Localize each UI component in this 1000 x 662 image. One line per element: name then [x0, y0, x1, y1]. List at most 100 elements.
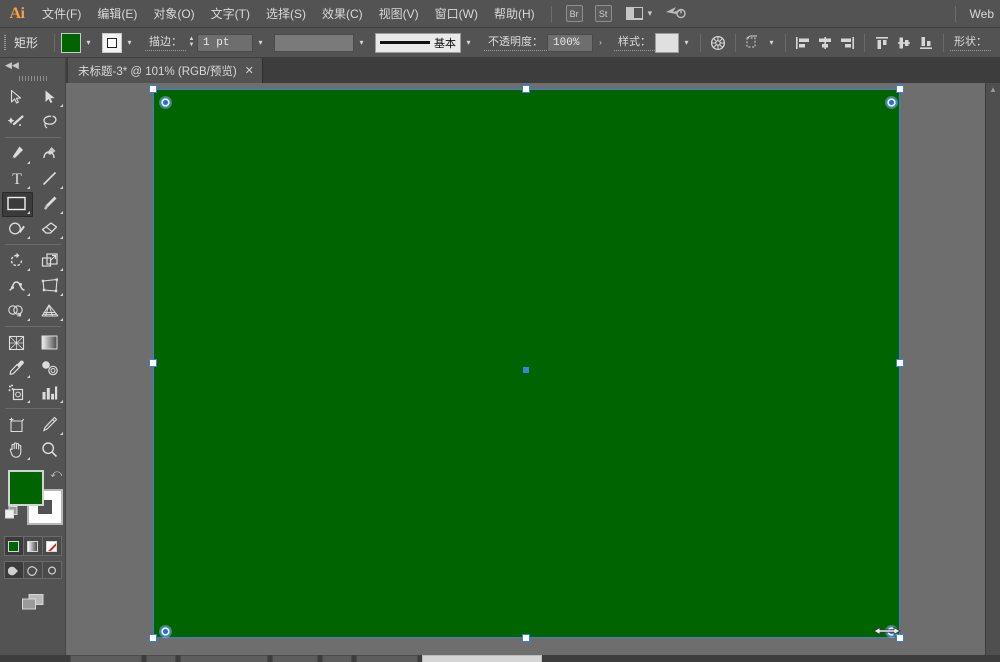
- shape-label[interactable]: 形状：: [950, 35, 991, 51]
- close-icon[interactable]: ✕: [245, 64, 254, 77]
- handle-top-center[interactable]: [522, 85, 530, 93]
- tool-shaper[interactable]: [0, 216, 33, 241]
- brush-definition-dropdown[interactable]: 基本: [375, 33, 461, 53]
- tool-eyedropper[interactable]: [0, 355, 33, 380]
- default-fill-stroke-icon[interactable]: [5, 506, 18, 524]
- handle-top-left[interactable]: [149, 85, 157, 93]
- tool-slice[interactable]: [33, 412, 66, 437]
- bridge-button[interactable]: Br: [566, 5, 583, 22]
- align-top-button[interactable]: [871, 32, 893, 54]
- brush-definition-chevron-icon[interactable]: ▾: [461, 33, 476, 53]
- stroke-dropdown-chevron-icon[interactable]: ▾: [122, 33, 137, 53]
- tool-line-segment[interactable]: [33, 166, 66, 191]
- menu-effect[interactable]: 效果(C): [314, 0, 371, 28]
- handle-bottom-right[interactable]: [896, 634, 904, 642]
- stroke-color-swatch[interactable]: [102, 33, 122, 53]
- status-zoom-field[interactable]: [70, 655, 142, 662]
- tool-pen[interactable]: [0, 141, 33, 166]
- tool-type[interactable]: T: [0, 166, 33, 191]
- style-chevron-icon[interactable]: ▾: [679, 33, 694, 53]
- workspace-switcher[interactable]: Web: [964, 7, 1000, 21]
- draw-inside[interactable]: [43, 562, 61, 578]
- transform-chevron-icon[interactable]: ▾: [764, 33, 779, 53]
- tools-panel-grip[interactable]: [0, 72, 65, 84]
- stroke-weight-stepper[interactable]: ▲▼: [186, 33, 197, 53]
- opacity-expand-icon[interactable]: ›: [593, 33, 608, 53]
- mode-color[interactable]: [5, 537, 24, 555]
- status-nav-next[interactable]: [322, 655, 352, 662]
- tool-magic-wand[interactable]: [0, 109, 33, 134]
- opacity-input[interactable]: 100%: [547, 34, 593, 52]
- tool-paintbrush[interactable]: [33, 191, 66, 216]
- menu-window[interactable]: 窗口(W): [427, 0, 486, 28]
- graphic-style-swatch[interactable]: [655, 33, 679, 53]
- tool-lasso[interactable]: [33, 109, 66, 134]
- arrange-documents-button[interactable]: ▾: [626, 7, 653, 20]
- stroke-weight-chevron-icon[interactable]: ▾: [253, 33, 268, 53]
- menu-help[interactable]: 帮助(H): [486, 0, 543, 28]
- tool-direct-selection[interactable]: [33, 84, 66, 109]
- scroll-up-arrow-icon[interactable]: ▲: [989, 85, 997, 94]
- tool-rectangle[interactable]: [0, 191, 33, 216]
- menu-object[interactable]: 对象(O): [145, 0, 202, 28]
- tool-hand[interactable]: [0, 437, 33, 462]
- menu-file[interactable]: 文件(F): [34, 0, 89, 28]
- menu-view[interactable]: 视图(V): [371, 0, 427, 28]
- tool-width[interactable]: [0, 273, 33, 298]
- draw-normal[interactable]: [5, 562, 24, 578]
- style-label[interactable]: 样式：: [614, 35, 655, 51]
- variable-width-profile-input[interactable]: [274, 34, 354, 52]
- handle-middle-left[interactable]: [149, 359, 157, 367]
- tool-curvature[interactable]: [33, 141, 66, 166]
- tool-perspective-grid[interactable]: [33, 298, 66, 323]
- tool-artboard[interactable]: [0, 412, 33, 437]
- document-tab[interactable]: 未标题-3* @ 101% (RGB/预览) ✕: [68, 58, 263, 83]
- align-bottom-button[interactable]: [915, 32, 937, 54]
- fill-color-swatch[interactable]: [61, 33, 81, 53]
- stroke-weight-input[interactable]: 1 pt: [197, 34, 253, 52]
- change-screen-mode-button[interactable]: [0, 593, 65, 611]
- handle-bottom-center[interactable]: [522, 634, 530, 642]
- tool-column-graph[interactable]: [33, 380, 66, 405]
- tool-eraser[interactable]: [33, 216, 66, 241]
- tool-symbol-sprayer[interactable]: [0, 380, 33, 405]
- canvas-area[interactable]: [66, 83, 985, 655]
- align-right-button[interactable]: [836, 32, 858, 54]
- handle-middle-right[interactable]: [896, 359, 904, 367]
- tool-gradient[interactable]: [33, 330, 66, 355]
- tool-selection[interactable]: [0, 84, 33, 109]
- stroke-weight-label[interactable]: 描边：: [145, 35, 186, 51]
- transform-button[interactable]: [742, 32, 764, 54]
- live-corner-widget-top-right[interactable]: [886, 97, 897, 108]
- status-artboard-field[interactable]: [272, 655, 318, 662]
- align-center-vertical-button[interactable]: [893, 32, 915, 54]
- toolbar-fill-swatch[interactable]: [8, 470, 44, 506]
- menu-edit[interactable]: 编辑(E): [89, 0, 145, 28]
- variable-width-chevron-icon[interactable]: ▾: [354, 33, 369, 53]
- tool-blend[interactable]: [33, 355, 66, 380]
- live-corner-widget-bottom-right[interactable]: [886, 626, 897, 637]
- handle-top-right[interactable]: [896, 85, 904, 93]
- opacity-label[interactable]: 不透明度：: [484, 35, 547, 51]
- recolor-artwork-button[interactable]: [707, 32, 729, 54]
- tool-mesh[interactable]: [0, 330, 33, 355]
- status-zoom-stepper[interactable]: [146, 655, 176, 662]
- vertical-scrollbar[interactable]: ▲: [985, 83, 1000, 655]
- status-info-field[interactable]: [356, 655, 418, 662]
- tool-rotate[interactable]: [0, 248, 33, 273]
- live-corner-widget-top-left[interactable]: [160, 97, 171, 108]
- tool-shape-builder[interactable]: [0, 298, 33, 323]
- swap-fill-stroke-icon[interactable]: ⤺: [50, 468, 62, 481]
- mode-gradient[interactable]: [24, 537, 43, 555]
- menu-type[interactable]: 文字(T): [203, 0, 258, 28]
- artboard-rectangle[interactable]: [153, 89, 900, 638]
- collapse-panel-icon[interactable]: ◀◀: [0, 58, 65, 72]
- cloud-sync-button[interactable]: [664, 3, 686, 24]
- draw-behind[interactable]: [24, 562, 43, 578]
- align-center-horizontal-button[interactable]: [814, 32, 836, 54]
- menu-select[interactable]: 选择(S): [258, 0, 314, 28]
- align-left-button[interactable]: [792, 32, 814, 54]
- live-corner-widget-bottom-left[interactable]: [160, 626, 171, 637]
- status-artboard-nav[interactable]: [180, 655, 268, 662]
- mode-none[interactable]: [43, 537, 61, 555]
